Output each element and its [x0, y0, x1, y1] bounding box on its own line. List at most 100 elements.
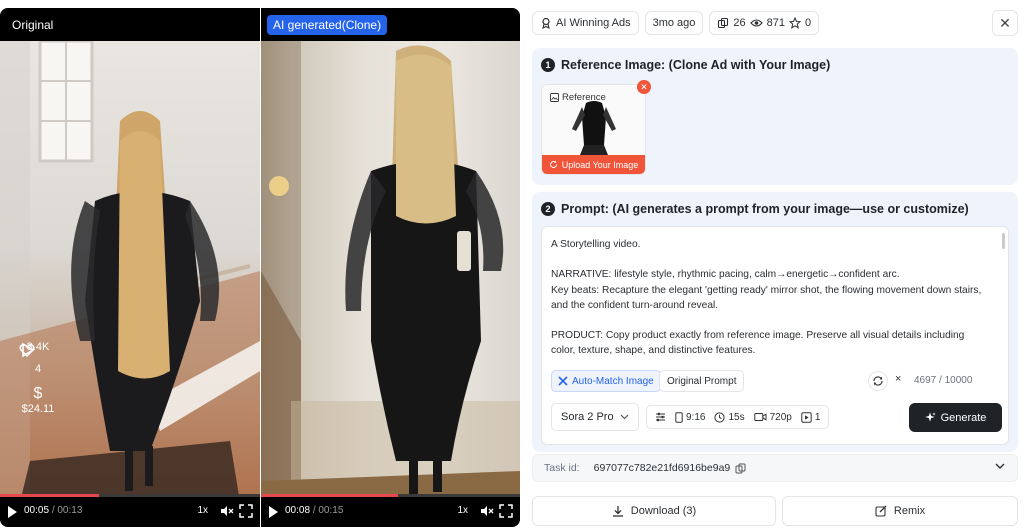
original-video-player[interactable]: Original 3.4K 4 $ $24.11 00:05 / 00:13 1…: [0, 8, 260, 527]
original-speed-button[interactable]: 1x: [197, 505, 208, 516]
refresh-icon: [549, 160, 557, 168]
clone-video-image: [261, 41, 520, 502]
model-label: Sora 2 Pro: [561, 411, 614, 423]
original-duration: / 00:13: [51, 505, 83, 516]
age-label: 3mo ago: [652, 17, 696, 29]
image-icon: [550, 93, 559, 102]
clear-prompt-button[interactable]: ×: [895, 373, 901, 385]
reference-card: 1 Reference Image: (Clone Ad with Your I…: [532, 48, 1018, 185]
prompt-card: 2 Prompt: (AI generates a prompt from yo…: [532, 192, 1018, 452]
upload-label: Upload Your Image: [561, 159, 639, 170]
task-label: Task id:: [544, 462, 580, 474]
clone-time: 00:08 / 00:15: [285, 505, 343, 516]
regenerate-prompt-button[interactable]: [868, 371, 888, 391]
clone-video-controls: 00:08 / 00:15 1x: [261, 494, 520, 527]
reference-tag: Reference: [550, 92, 606, 103]
aspect-value: 9:16: [686, 411, 706, 423]
revenue-stat: $ $24.11: [18, 385, 58, 415]
remove-reference-button[interactable]: ✕: [637, 80, 651, 94]
clone-video-player[interactable]: AI generated(Clone) 00:08 / 00:15 1x: [261, 8, 520, 527]
aspect-param[interactable]: 9:16: [675, 412, 705, 423]
revenue-value: $24.11: [21, 403, 55, 415]
clone-video-label: AI generated(Clone): [267, 15, 388, 35]
download-icon: [612, 506, 623, 517]
reference-image-box[interactable]: Reference Upload Your Image: [541, 84, 646, 175]
original-progress-bar[interactable]: [0, 494, 260, 497]
mute-icon[interactable]: [220, 504, 234, 518]
generation-params[interactable]: 9:16 15s 720p 1: [646, 405, 830, 429]
duration-param[interactable]: 15s: [714, 411, 745, 423]
stats-chip: 26 871 0: [709, 11, 820, 35]
original-video-frame[interactable]: 3.4K 4 $ $24.11: [0, 41, 260, 502]
auto-match-button[interactable]: Auto-Match Image: [551, 370, 661, 392]
close-button[interactable]: ✕: [992, 10, 1018, 36]
chevron-down-icon: [620, 414, 629, 420]
sliders-icon: [656, 412, 665, 422]
clone-current-time: 00:08: [285, 505, 311, 516]
fullscreen-icon[interactable]: [499, 504, 513, 518]
download-label: Download (3): [630, 505, 697, 517]
original-prompt-button[interactable]: Original Prompt: [659, 370, 745, 392]
download-button[interactable]: Download (3): [532, 496, 776, 526]
play-icon[interactable]: [269, 506, 278, 518]
upload-image-button[interactable]: Upload Your Image: [542, 155, 645, 174]
clock-icon: [714, 411, 726, 423]
reference-title: 1 Reference Image: (Clone Ad with Your I…: [541, 58, 830, 72]
count-value: 1: [814, 411, 821, 423]
stars-count: 0: [805, 17, 812, 29]
resolution-param[interactable]: 720p: [753, 412, 792, 423]
auto-match-label: Auto-Match Image: [572, 375, 654, 387]
play-icon[interactable]: [8, 506, 17, 518]
remix-button[interactable]: Remix: [782, 496, 1018, 526]
duration-value: 15s: [728, 411, 745, 423]
original-current-time: 00:05: [24, 505, 50, 516]
task-id-group: 697077c782e21fd6916be9a9: [594, 462, 747, 474]
char-count: 4697 / 10000: [914, 375, 973, 386]
close-icon: ✕: [999, 14, 1011, 31]
step-2-badge: 2: [541, 202, 555, 216]
chevron-down-icon[interactable]: [995, 463, 1005, 470]
reference-tag-text: Reference: [562, 92, 606, 103]
clone-progress-bar[interactable]: [261, 494, 520, 497]
sparkle-icon: [924, 412, 936, 422]
clone-progress-fill: [261, 494, 399, 497]
copy-icon: [718, 17, 729, 29]
likes-count: 4: [34, 363, 42, 375]
prompt-title-text: Prompt: (AI generates a prompt from your…: [561, 202, 969, 216]
reference-title-text: Reference Image: (Clone Ad with Your Ima…: [561, 58, 831, 72]
likes-stat: 4: [18, 344, 58, 375]
refresh-icon: [873, 376, 883, 386]
prompt-text[interactable]: A Storytelling video. NARRATIVE: lifesty…: [551, 237, 991, 359]
play-square-icon: [801, 411, 812, 423]
source-chip[interactable]: AI Winning Ads: [532, 11, 639, 35]
task-row[interactable]: Task id: 697077c782e21fd6916be9a9: [532, 454, 1018, 482]
original-prompt-label: Original Prompt: [667, 375, 737, 387]
original-time: 00:05 / 00:13: [24, 505, 82, 516]
video-header: AI generated(Clone): [261, 8, 520, 41]
sparkle-icon: [558, 376, 568, 386]
prompt-scrollbar[interactable]: [1002, 233, 1005, 249]
remove-icon: ✕: [640, 81, 648, 92]
views-count: 871: [766, 17, 786, 29]
count-param[interactable]: 1: [801, 411, 821, 423]
heart-icon: [19, 344, 35, 358]
video-stats: 3.4K 4 $ $24.11: [18, 341, 58, 425]
dollar-icon: $: [33, 385, 43, 402]
source-label: AI Winning Ads: [556, 17, 631, 29]
age-chip: 3mo ago: [644, 11, 704, 35]
fullscreen-icon[interactable]: [239, 504, 253, 518]
ad-meta-row: AI Winning Ads 3mo ago 26 871 0: [532, 11, 820, 35]
copy-icon[interactable]: [735, 463, 746, 474]
mute-icon[interactable]: [480, 504, 494, 518]
clone-speed-button[interactable]: 1x: [457, 505, 468, 516]
star-icon: [789, 17, 802, 29]
model-select[interactable]: Sora 2 Pro: [551, 403, 639, 431]
prompt-textarea[interactable]: A Storytelling video. NARRATIVE: lifesty…: [541, 226, 1009, 445]
video-icon: [753, 413, 767, 421]
clone-panel: AI Winning Ads 3mo ago 26 871 0 ✕ 1 Refe…: [532, 8, 1020, 526]
prompt-title: 2 Prompt: (AI generates a prompt from yo…: [541, 202, 969, 216]
copies-count: 26: [733, 17, 746, 29]
generate-button[interactable]: Generate: [909, 403, 1002, 432]
clone-video-frame[interactable]: [261, 41, 520, 502]
edit-icon: [875, 505, 887, 517]
